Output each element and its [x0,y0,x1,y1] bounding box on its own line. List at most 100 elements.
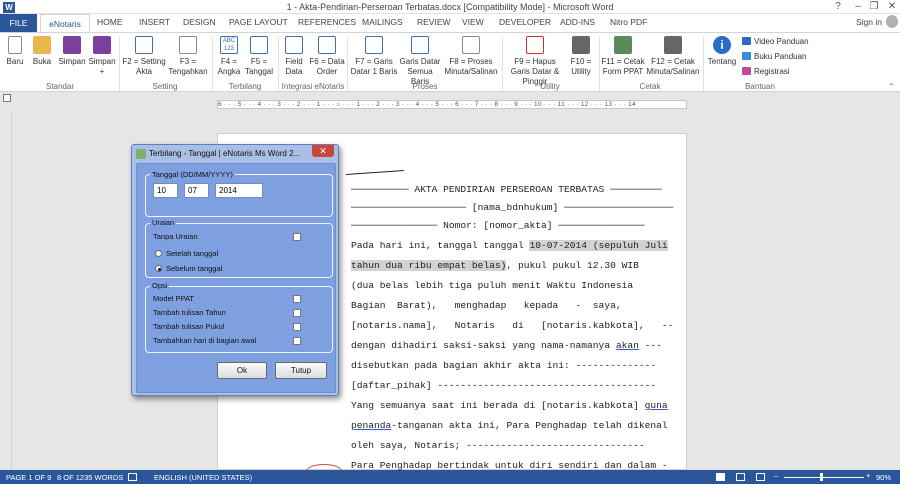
grid-settings-icon [135,36,153,54]
horizontal-ruler[interactable]: 6 · · · 5 · · · 4 · · · 3 · · · 2 · · · … [217,100,687,109]
data-order-icon [318,36,336,54]
tutup-button[interactable]: Tutup [275,362,327,379]
tambah-tahun-label: Tambah tulisan Tahun [153,308,226,317]
zoom-level[interactable]: 90% [876,473,891,482]
tab-page-layout[interactable]: PAGE LAYOUT [229,17,288,27]
setting-akta-button[interactable]: F2 = Setting Akta [121,36,167,77]
cetak-form-ppat-button[interactable]: F11 = Cetak Form PPAT [601,36,645,77]
buka-button[interactable]: Buka [30,36,54,67]
tambah-tahun-checkbox[interactable] [293,309,301,317]
info-icon: i [713,36,731,54]
tab-view[interactable]: VIEW [462,17,484,27]
ribbon-panel: Baru Buka Simpan Simpan + F2 = Setting A… [0,32,900,92]
vertical-ruler[interactable] [0,112,12,470]
month-input[interactable]: 07 [184,183,209,198]
tab-insert[interactable]: INSERT [139,17,170,27]
tanggal-legend: Tanggal (DD/MM/YYYY) [150,170,235,179]
process-icon [462,36,480,54]
doc-name-line: ──────────────────── [nama_bdnhukum] ───… [351,202,674,213]
web-layout-icon[interactable] [756,473,765,481]
doc-line-10: penanda-tanganan akta ini, Para Penghada… [351,420,668,431]
dialog-close-button[interactable]: ✕ [312,145,334,157]
hapus-garis-button[interactable]: F9 = Hapus Garis Datar & Pinggir [505,36,565,87]
tengahkan-button[interactable]: F3 = Tengahkan [168,36,208,77]
tanpa-uraian-checkbox[interactable] [293,233,301,241]
ok-button[interactable]: Ok [217,362,267,379]
sign-in-link[interactable]: Sign in [856,17,882,27]
video-icon [742,37,751,45]
selected-date-text: 10-07-2014 (sepuluh Juli [529,240,668,251]
collapse-ribbon-icon[interactable]: ⌃ [888,82,895,91]
registration-icon [742,67,751,75]
group-label-proses: Proses [412,82,438,91]
model-ppat-checkbox[interactable] [293,295,301,303]
tab-home[interactable]: HOME [97,17,123,27]
doc-line-7: disebutkan pada bagian akhir akta ini: -… [351,360,657,371]
group-label-standar: Standar [45,82,75,91]
folder-open-icon [33,36,51,54]
word-count[interactable]: 8 OF 1235 WORDS [57,473,123,482]
language-indicator[interactable]: ENGLISH (UNITED STATES) [154,473,252,482]
doc-line-3: (dua belas lebih tiga puluh menit Waktu … [351,280,634,291]
title-bar: W 1 - Akta-Pendirian-Perseroan Terbatas.… [0,0,900,14]
tab-review[interactable]: REVIEW [417,17,451,27]
tab-nitro-pdf[interactable]: Nitro PDF [610,17,647,27]
tentang-button[interactable]: i Tentang [706,36,738,67]
proses-minuta-button[interactable]: F8 = Proses Minuta/Salinan [442,36,500,77]
proofing-icon[interactable] [128,473,137,481]
simpan-plus-button[interactable]: Simpan + [87,36,117,77]
group-label-integrasi: Integrasi eNotaris [281,82,345,91]
dialog-title: Terbilang - Tanggal | eNotaris Ms Word 2… [149,149,301,158]
ruler-area: 6 · · · 5 · · · 4 · · · 3 · · · 2 · · · … [0,92,900,112]
data-order-button[interactable]: F6 = Data Order [309,36,345,77]
abc-123-icon: ABC 123 [220,36,238,54]
tab-developer[interactable]: DEVELOPER [499,17,551,27]
simpan-button[interactable]: Simpan [57,36,87,67]
cetak-minuta-button[interactable]: F12 = Cetak Minuta/Salinan [646,36,700,77]
field-data-button[interactable]: Field Data [281,36,307,77]
day-input[interactable]: 10 [153,183,178,198]
garis-datar-semua-button[interactable]: Garis Datar Semua Baris [398,36,442,87]
delete-lines-icon [526,36,544,54]
read-mode-icon[interactable] [716,473,725,481]
doc-number-line: ─────────────── Nomor: [nomor_akta] ────… [351,220,645,231]
video-panduan-button[interactable]: Video Panduan [742,37,809,46]
book-icon [742,52,751,60]
tanggal-button[interactable]: F5 = Tanggal [243,36,275,77]
tab-mailings[interactable]: MAILINGS [362,17,403,27]
tools-icon [572,36,590,54]
registrasi-button[interactable]: Registrasi [742,67,790,76]
tambah-pukul-checkbox[interactable] [293,323,301,331]
setelah-tanggal-radio[interactable] [155,250,162,257]
close-window-icon[interactable]: ✕ [880,0,900,14]
zoom-out-icon[interactable]: – [774,471,778,480]
ribbon-tabs: FILE eNotaris HOME INSERT DESIGN PAGE LA… [0,14,900,32]
zoom-slider-track[interactable] [784,477,864,478]
zoom-in-icon[interactable]: + [866,471,870,480]
print-form-icon [614,36,632,54]
tanpa-uraian-label: Tanpa Uraian [153,232,198,241]
dialog-app-icon [136,149,146,159]
year-input[interactable]: 2014 [215,183,263,198]
group-label-setting: Setting [152,82,178,91]
sebelum-tanggal-radio[interactable] [155,265,162,272]
page-count[interactable]: PAGE 1 OF 9 [6,473,51,482]
zoom-slider-thumb[interactable] [820,473,823,481]
utility-button[interactable]: F10 = Utility [566,36,596,77]
user-avatar[interactable] [886,15,898,28]
tab-design[interactable]: DESIGN [183,17,216,27]
tambah-hari-checkbox[interactable] [293,337,301,345]
opsi-fieldset: Opsi Model PPAT Tambah tulisan Tahun Tam… [145,281,333,353]
print-layout-icon[interactable] [736,473,745,481]
buku-panduan-button[interactable]: Buku Panduan [742,52,807,61]
angka-button[interactable]: ABC 123 F4 = Angka [215,36,243,77]
tambah-pukul-label: Tambah tulisan Pukul [153,322,225,331]
baru-button[interactable]: Baru [3,36,27,67]
tab-file[interactable]: FILE [0,14,37,32]
terbilang-tanggal-dialog: Terbilang - Tanggal | eNotaris Ms Word 2… [131,144,339,396]
tab-selector-icon[interactable] [3,94,11,102]
tab-references[interactable]: REFERENCES [298,17,356,27]
tab-enotaris[interactable]: eNotaris [40,14,90,32]
garis-datar-1-baris-button[interactable]: F7 = Garis Datar 1 Baris [350,36,398,77]
tab-add-ins[interactable]: ADD-INS [560,17,595,27]
